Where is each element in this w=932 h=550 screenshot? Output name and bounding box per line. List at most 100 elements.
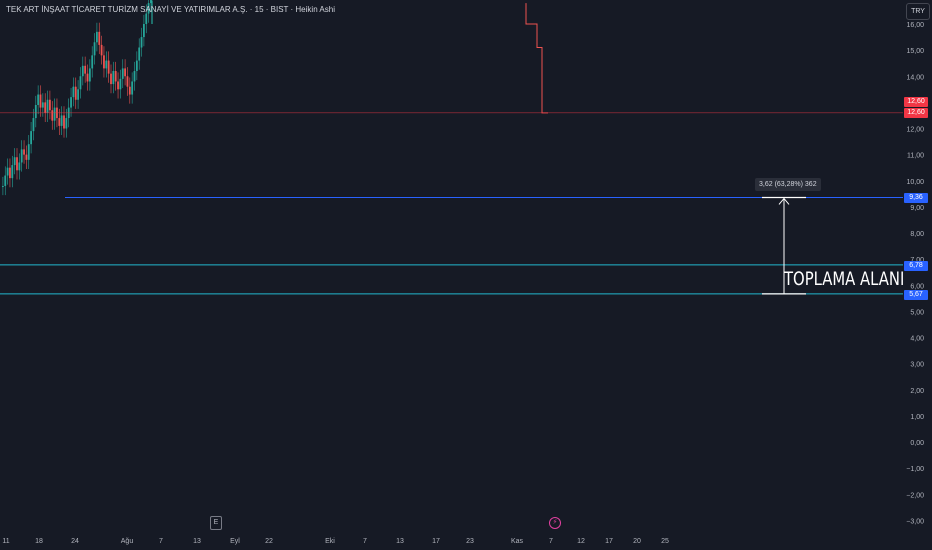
x-tick-label: 7: [159, 538, 163, 545]
candle-body: [20, 149, 23, 163]
y-tick-label: 16,00: [906, 22, 924, 29]
candle-body: [81, 65, 84, 77]
late-price-series: [525, 3, 548, 114]
candle-body: [13, 157, 16, 166]
x-tick-label: Kas: [511, 538, 524, 545]
candle-body: [51, 110, 54, 121]
candle-body: [58, 118, 61, 126]
candle-body: [107, 60, 110, 74]
x-tick-label: 7: [363, 538, 367, 545]
y-tick-label: 14,00: [906, 74, 924, 81]
y-tick-label: 15,00: [906, 48, 924, 55]
x-tick-label: 13: [396, 538, 404, 545]
candle-body: [105, 60, 108, 69]
x-tick-label: 24: [71, 538, 79, 545]
y-tick-label: 9,00: [910, 205, 924, 212]
candle-body: [72, 86, 75, 98]
candle-body: [110, 73, 112, 85]
candle-body: [23, 149, 25, 155]
x-tick-label: 22: [265, 538, 273, 545]
earnings-marker-icon[interactable]: E: [210, 516, 222, 530]
price-badge-bottom: 12,60: [904, 108, 928, 118]
candle-body: [145, 13, 148, 24]
chart-title: TEK ART İNŞAAT TİCARET TURİZM SANAYİ VE …: [6, 5, 335, 14]
candle-body: [96, 31, 98, 43]
candle-body: [53, 107, 56, 121]
candle-body: [100, 44, 103, 56]
x-tick-label: 17: [605, 538, 613, 545]
candle-body: [77, 89, 79, 100]
candle-body: [34, 104, 37, 119]
candle-body: [39, 94, 42, 108]
y-tick-label: 0,00: [910, 440, 924, 447]
time-axis: 11 18 24 Ağu 7 13 Eyl 22 Eki 7 13 17 23 Kas 7 12 17 20 25: [2, 538, 669, 545]
target-level-badge: 9,36: [904, 193, 928, 203]
candle-body: [44, 102, 47, 113]
y-tick-label: 2,00: [910, 388, 924, 395]
y-tick-label: −2,00: [906, 492, 924, 499]
dividend-marker-icon[interactable]: ⚡: [549, 517, 561, 529]
candle-body: [18, 162, 21, 171]
candle-body: [103, 55, 105, 69]
candle-body: [91, 55, 94, 69]
y-tick-label: −3,00: [906, 518, 924, 525]
x-tick-label: 11: [2, 538, 9, 545]
x-tick-label: 7: [549, 538, 553, 545]
candle-body: [70, 97, 72, 108]
candle-body: [30, 131, 32, 145]
candle-body: [135, 60, 138, 72]
candle-body: [41, 102, 44, 108]
candle-body: [74, 86, 77, 100]
y-tick-label: 1,00: [910, 414, 924, 421]
x-tick-label: 17: [432, 538, 440, 545]
lower-zone-badge: 5,67: [904, 290, 928, 300]
upper-zone-badge: 6,78: [904, 261, 928, 271]
measure-label: 3,62 (63,28%) 362: [755, 178, 821, 191]
candle-body: [126, 76, 129, 87]
y-tick-label: 3,00: [910, 362, 924, 369]
candle-body: [84, 65, 87, 74]
candle-body: [27, 144, 30, 160]
candle-body: [112, 71, 115, 85]
candle-body: [133, 71, 136, 82]
candle-body: [25, 154, 28, 160]
currency-button[interactable]: TRY: [906, 3, 930, 20]
y-tick-label: 5,00: [910, 309, 924, 316]
candle-body: [9, 167, 11, 179]
y-tick-label: 10,00: [906, 179, 924, 186]
x-tick-label: Eki: [325, 538, 335, 545]
y-tick-label: 12,00: [906, 127, 924, 134]
x-tick-label: 12: [577, 538, 585, 545]
candle-body: [2, 185, 4, 187]
candle-body: [16, 157, 18, 171]
candle-body: [60, 115, 63, 126]
candle-body: [65, 118, 68, 129]
zone-label: TOPLAMA ALANI: [784, 268, 905, 290]
candle-body: [4, 175, 7, 186]
price-badge-top: 12,60: [904, 97, 928, 107]
candle-body: [117, 81, 119, 90]
candle-body: [49, 99, 51, 111]
candle-body: [32, 118, 35, 132]
candle-series: [2, 0, 548, 196]
candle-body: [37, 94, 40, 105]
candle-body: [98, 31, 101, 45]
candle-body: [119, 78, 122, 90]
y-tick-label: −1,00: [906, 466, 924, 473]
x-tick-label: Ağu: [121, 538, 134, 545]
candle-body: [143, 24, 145, 38]
candle-body: [121, 68, 124, 79]
candle-body: [79, 76, 82, 90]
candle-body: [93, 42, 96, 56]
candle-body: [114, 71, 117, 82]
y-tick-label: 11,00: [907, 153, 924, 160]
y-tick-label: 4,00: [910, 336, 924, 343]
candle-body: [138, 47, 141, 61]
candle-body: [128, 86, 131, 95]
candle-body: [86, 73, 89, 82]
x-tick-label: 23: [466, 538, 474, 545]
x-tick-label: 25: [661, 538, 669, 545]
candle-body: [88, 68, 91, 82]
horizontal-levels: [0, 112, 903, 295]
candle-body: [11, 165, 14, 179]
